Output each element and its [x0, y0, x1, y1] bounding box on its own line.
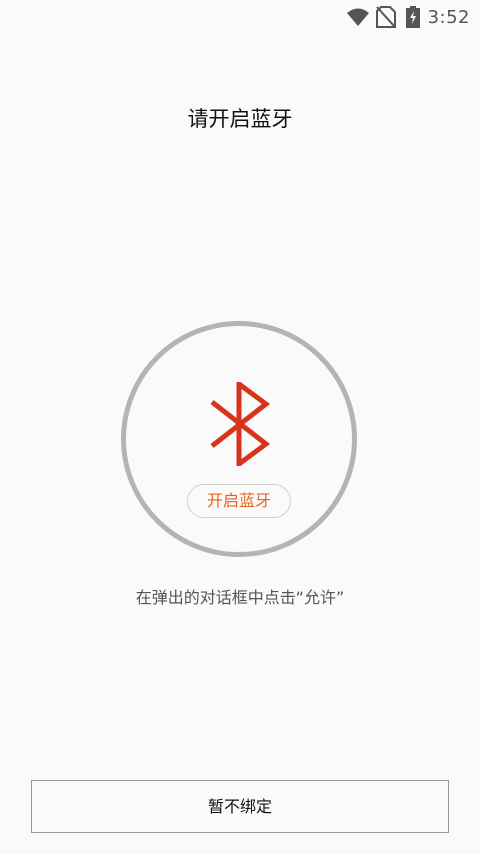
status-icons: 3:52	[346, 4, 470, 30]
page-title: 请开启蓝牙	[187, 107, 293, 131]
bluetooth-icon	[210, 382, 271, 466]
no-sim-icon	[375, 6, 396, 28]
status-bar: 3:52	[0, 0, 480, 34]
wifi-icon	[346, 7, 370, 27]
hint-text: 在弹出的对话框中点击“允许”	[135, 588, 345, 607]
skip-binding-button[interactable]: 暂不绑定	[31, 780, 449, 833]
status-time: 3:52	[427, 6, 470, 28]
enable-bluetooth-button[interactable]: 开启蓝牙	[187, 484, 291, 518]
battery-charging-icon	[405, 6, 420, 28]
